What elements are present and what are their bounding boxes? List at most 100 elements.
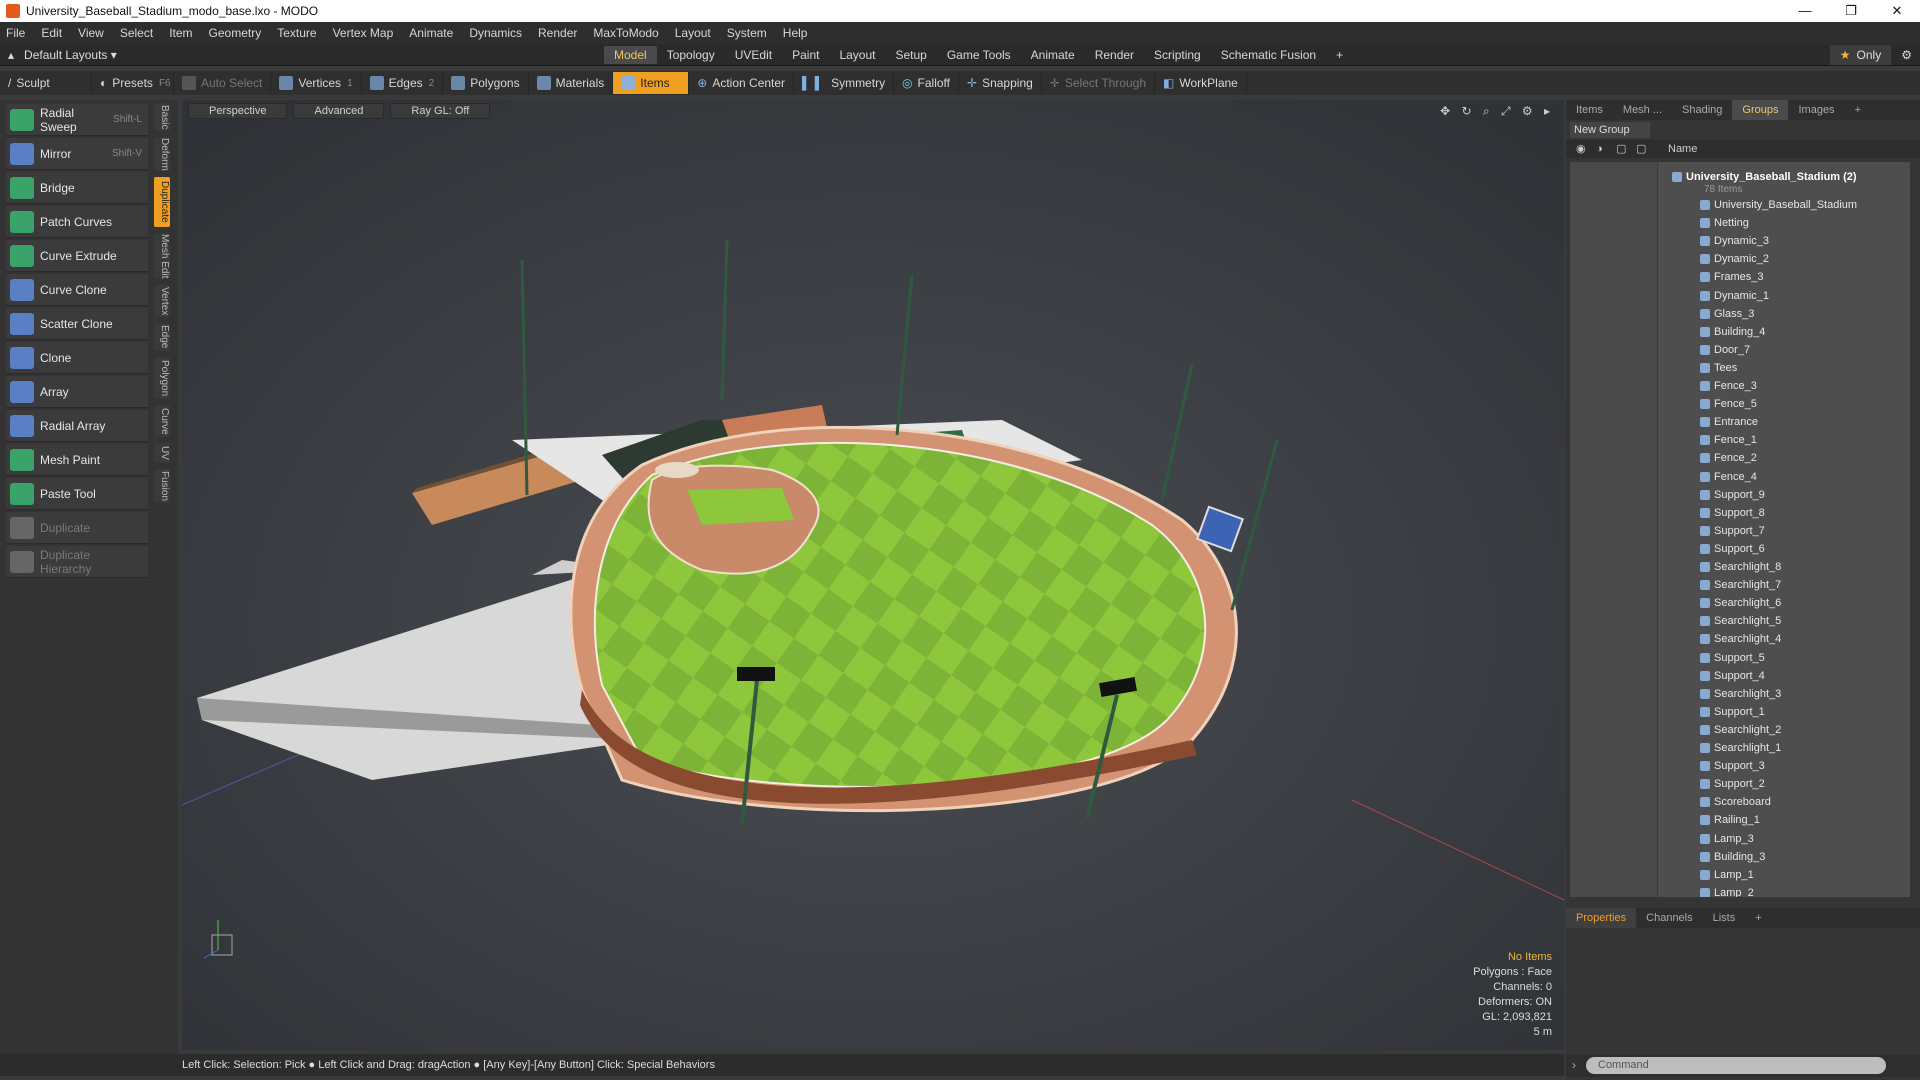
tool-radial-sweep[interactable]: Radial Sweep Shift-L [6, 104, 148, 136]
tool-bridge[interactable]: Bridge [6, 172, 148, 204]
tree-row[interactable]: Searchlight_2 [1570, 721, 1910, 739]
add-properties-tab-button[interactable]: + [1745, 908, 1771, 928]
symmetry-button[interactable]: ▌▐ Symmetry [794, 72, 895, 94]
tree-row[interactable]: Building_3 [1570, 848, 1910, 866]
menu-system[interactable]: System [727, 26, 767, 40]
tab-render[interactable]: Render [1085, 46, 1144, 64]
render-icon[interactable]: ◑ [1596, 140, 1603, 158]
side-tab-edge[interactable]: Edge [154, 323, 170, 351]
view-perspective-dropdown[interactable]: Perspective [188, 103, 288, 119]
tab-layout[interactable]: Layout [829, 46, 885, 64]
panel-tab-shading[interactable]: Shading [1672, 100, 1732, 120]
view-style-dropdown[interactable]: Advanced [293, 103, 385, 119]
gear-icon[interactable]: ⚙ [1901, 48, 1912, 62]
side-tab-curve[interactable]: Curve [154, 405, 170, 437]
tree-row[interactable]: Searchlight_1 [1570, 739, 1910, 757]
tree-row[interactable]: Glass_3 [1570, 305, 1910, 323]
select-through-button[interactable]: ✛ Select Through [1042, 72, 1156, 94]
tree-row[interactable]: Fence_3 [1570, 377, 1910, 395]
tree-row[interactable]: Dynamic_2 [1570, 250, 1910, 268]
tool-radial-array[interactable]: Radial Array [6, 410, 148, 442]
tree-row[interactable]: Building_4 [1570, 323, 1910, 341]
tree-row[interactable]: Fence_1 [1570, 431, 1910, 449]
side-tab-vertex[interactable]: Vertex [154, 285, 170, 317]
tool-paste-tool[interactable]: Paste Tool [6, 478, 148, 510]
tab-paint[interactable]: Paint [782, 46, 829, 64]
maximize-button[interactable]: ❐ [1828, 0, 1874, 22]
tree-row[interactable]: Searchlight_8 [1570, 558, 1910, 576]
menu-view[interactable]: View [78, 26, 104, 40]
tool-array[interactable]: Array [6, 376, 148, 408]
panel-tab-groups[interactable]: Groups [1732, 100, 1789, 120]
tree-row[interactable]: Lamp_3 [1570, 830, 1910, 848]
tree-row[interactable]: Entrance [1570, 413, 1910, 431]
tree-row[interactable]: Support_3 [1570, 757, 1910, 775]
panel-tab-mesh[interactable]: Mesh ... [1613, 100, 1672, 120]
only-toggle[interactable]: ★ Only [1829, 45, 1892, 65]
tree-row[interactable]: Searchlight_5 [1570, 612, 1910, 630]
presets-button[interactable]: ◐ Presets F6 [92, 72, 174, 94]
new-group-button[interactable]: New Group [1570, 122, 1650, 138]
menu-select[interactable]: Select [120, 26, 153, 40]
tree-row[interactable]: Scoreboard [1570, 793, 1910, 811]
action-center-button[interactable]: ⊕ Action Center [689, 72, 795, 94]
tree-row[interactable]: Tees [1570, 359, 1910, 377]
polygons-button[interactable]: Polygons [443, 72, 529, 94]
tab-game-tools[interactable]: Game Tools [937, 46, 1021, 64]
falloff-button[interactable]: ◎ Falloff [894, 72, 960, 94]
tab-schematic-fusion[interactable]: Schematic Fusion [1211, 46, 1326, 64]
items-button[interactable]: Items [613, 72, 690, 94]
lock-icon[interactable]: ▢ [1616, 140, 1626, 158]
tree-row[interactable]: Support_7 [1570, 522, 1910, 540]
tree-row[interactable]: Searchlight_7 [1570, 576, 1910, 594]
materials-button[interactable]: Materials [529, 72, 614, 94]
edges-button[interactable]: Edges 2 [362, 72, 444, 94]
tree-row[interactable]: Searchlight_3 [1570, 685, 1910, 703]
tool-scatter-clone[interactable]: Scatter Clone [6, 308, 148, 340]
properties-tab-lists[interactable]: Lists [1703, 908, 1746, 928]
tool-clone[interactable]: Clone [6, 342, 148, 374]
tab-setup[interactable]: Setup [885, 46, 936, 64]
tree-row[interactable]: Lamp_1 [1570, 866, 1910, 884]
side-tab-duplicate[interactable]: Duplicate [154, 177, 170, 227]
menu-animate[interactable]: Animate [409, 26, 453, 40]
tool-mirror[interactable]: Mirror Shift-V [6, 138, 148, 170]
layout-selector[interactable]: Default Layouts ▾ [24, 48, 117, 62]
side-tab-deform[interactable]: Deform [154, 137, 170, 171]
tab-animate[interactable]: Animate [1021, 46, 1085, 64]
auto-select-button[interactable]: Auto Select [174, 72, 272, 94]
vertices-button[interactable]: Vertices 1 [271, 72, 362, 94]
tab-uvedit[interactable]: UVEdit [725, 46, 782, 64]
tree-row[interactable]: Support_1 [1570, 703, 1910, 721]
menu-vertex-map[interactable]: Vertex Map [333, 26, 394, 40]
menu-layout[interactable]: Layout [675, 26, 711, 40]
menu-maxtomodo[interactable]: MaxToModo [593, 26, 658, 40]
add-panel-tab-button[interactable]: + [1845, 100, 1871, 120]
tool-duplicate[interactable]: Duplicate [6, 512, 148, 544]
close-button[interactable]: ✕ [1874, 0, 1920, 22]
menu-edit[interactable]: Edit [41, 26, 62, 40]
side-tab-uv[interactable]: UV [154, 443, 170, 463]
menu-geometry[interactable]: Geometry [209, 26, 262, 40]
tree-row[interactable]: Support_6 [1570, 540, 1910, 558]
tree-row[interactable]: Support_8 [1570, 504, 1910, 522]
tree-row[interactable]: Searchlight_6 [1570, 594, 1910, 612]
menu-texture[interactable]: Texture [277, 26, 316, 40]
tree-row[interactable]: Support_9 [1570, 486, 1910, 504]
tree-row[interactable]: Door_7 [1570, 341, 1910, 359]
raygl-toggle[interactable]: Ray GL: Off [390, 103, 491, 119]
tab-topology[interactable]: Topology [657, 46, 725, 64]
tab-scripting[interactable]: Scripting [1144, 46, 1211, 64]
group-tree[interactable]: University_Baseball_Stadium (2) 78 Items U… [1570, 162, 1910, 897]
tab-model[interactable]: Model [604, 46, 657, 64]
snapping-button[interactable]: ✛ Snapping [959, 72, 1042, 94]
tree-row[interactable]: Support_2 [1570, 775, 1910, 793]
tree-row[interactable]: Dynamic_3 [1570, 232, 1910, 250]
tree-row[interactable]: Fence_5 [1570, 395, 1910, 413]
add-layout-tab-button[interactable]: + [1326, 46, 1353, 64]
menu-item[interactable]: Item [169, 26, 192, 40]
tool-mesh-paint[interactable]: Mesh Paint [6, 444, 148, 476]
tree-row[interactable]: Support_5 [1570, 649, 1910, 667]
tree-row[interactable]: Searchlight_4 [1570, 630, 1910, 648]
tree-row[interactable]: Fence_2 [1570, 449, 1910, 467]
